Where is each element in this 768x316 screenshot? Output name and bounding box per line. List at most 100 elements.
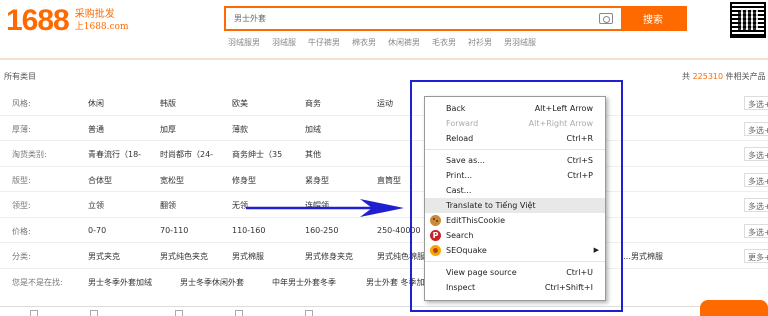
filter-row-thickness: 厚薄: 普通 加厚 薄款 加绒 多选+ (0, 116, 768, 141)
filter-option[interactable]: 其他 (305, 149, 321, 160)
filter-option[interactable]: 薄款 (232, 124, 248, 135)
menu-item-search[interactable]: P Search (425, 228, 605, 243)
filter-label: 淘货类别: (12, 150, 47, 159)
filter-option[interactable]: 70-110 (160, 226, 188, 235)
filter-option[interactable]: …男式棉服 (623, 251, 663, 262)
suggestion-link[interactable]: 男士冬季外套加绒 (88, 277, 152, 288)
suggestion-link[interactable]: 男士冬季休闲外套 (180, 277, 244, 288)
checkbox[interactable] (90, 310, 98, 316)
filter-option[interactable]: 普通 (88, 124, 104, 135)
search-input[interactable] (226, 8, 599, 29)
category-bar: 所有类目 共 225310 件相关产品 (0, 64, 768, 86)
menu-item-shortcut: Alt+Right Arrow (528, 119, 593, 128)
filter-option[interactable]: 加绒 (305, 124, 321, 135)
menu-item-label: Translate to Tiếng Việt (446, 201, 536, 210)
filter-option[interactable]: 男式纯色夹克 (160, 251, 208, 262)
filter-option[interactable]: 青春流行（18- (88, 149, 141, 160)
filter-option[interactable]: 紧身型 (305, 175, 329, 186)
menu-item-view-source[interactable]: View page source Ctrl+U (425, 265, 605, 280)
menu-item-label: Inspect (446, 283, 476, 292)
filter-option[interactable]: 欧美 (232, 98, 248, 109)
logo-tagline: 采购批发 上1688.com (75, 9, 129, 33)
menu-item-inspect[interactable]: Inspect Ctrl+Shift+I (425, 280, 605, 295)
checkbox[interactable] (30, 310, 38, 316)
filter-option[interactable]: 商务 (305, 98, 321, 109)
all-categories-link[interactable]: 所有类目 (4, 71, 36, 82)
hot-word-link[interactable]: 衬衫男 (468, 37, 492, 48)
multi-select-button[interactable]: 多选+ (744, 147, 768, 161)
multi-select-button[interactable]: 多选+ (744, 172, 768, 187)
filter-row-suggestions: 您是不是在找: 男士冬季外套加绒 男士冬季休闲外套 中年男士外套冬季 男士外套 … (0, 269, 768, 295)
filter-row-price: 价格: 0-70 70-110 110-160 160-250 250-4000… (0, 218, 768, 243)
filter-option[interactable]: 商务绅士（35 (232, 149, 282, 160)
menu-item-label: Cast... (446, 186, 472, 195)
menu-item-editthiscookie[interactable]: EditThisCookie (425, 213, 605, 228)
filter-option[interactable]: 宽松型 (160, 175, 184, 186)
menu-item-label: Back (446, 104, 466, 113)
filter-option[interactable]: 立领 (88, 200, 104, 211)
filter-label: 领型: (12, 201, 31, 210)
filter-row-subcategory: 分类: 男式夹克 男式纯色夹克 男式棉服 男式修身夹克 男式纯色棉服 …男式棉服… (0, 243, 768, 269)
filter-option[interactable]: 110-160 (232, 226, 265, 235)
checkbox[interactable] (175, 310, 183, 316)
hot-word-link[interactable]: 休闲裤男 (388, 37, 420, 48)
filter-option[interactable]: 时尚都市（24- (160, 149, 213, 160)
filter-option[interactable]: 无领 (232, 200, 248, 211)
multi-select-button[interactable]: 多选+ (744, 223, 768, 238)
menu-item-label: EditThisCookie (446, 216, 505, 225)
logo-cn-text: 采购批发 (74, 9, 115, 21)
menu-item-label: SEOquake (446, 246, 487, 255)
menu-item-seoquake[interactable]: SEOquake ▶ (425, 243, 605, 258)
filter-option[interactable]: 加厚 (160, 124, 176, 135)
filter-option[interactable]: 合体型 (88, 175, 112, 186)
multi-select-button[interactable]: 多选+ (744, 121, 768, 136)
menu-item-back[interactable]: Back Alt+Left Arrow (425, 101, 605, 116)
hot-word-link[interactable]: 棉衣男 (352, 37, 376, 48)
menu-item-cast[interactable]: Cast... (425, 183, 605, 198)
hot-word-link[interactable]: 毛衣男 (432, 37, 456, 48)
filter-label: 分类: (12, 252, 31, 261)
filter-option[interactable]: 直筒型 (377, 175, 401, 186)
suggestion-link[interactable]: 中年男士外套冬季 (272, 277, 336, 288)
filter-option[interactable]: 运动 (377, 98, 393, 109)
menu-item-save-as[interactable]: Save as... Ctrl+S (425, 153, 605, 168)
checkbox[interactable] (235, 310, 243, 316)
site-header: 1688 采购批发 上1688.com 搜索 羽绒服男 羽绒服 牛仔裤男 棉衣男… (0, 0, 768, 60)
count-prefix: 共 (682, 72, 693, 81)
seoquake-icon (430, 245, 441, 256)
count-suffix: 件相关产品 (723, 72, 766, 81)
filter-option[interactable]: 男式修身夹克 (305, 251, 353, 262)
filter-option[interactable]: 0-70 (88, 226, 106, 235)
checkbox[interactable] (305, 310, 313, 316)
menu-item-translate[interactable]: Translate to Tiếng Việt (425, 198, 605, 213)
site-logo[interactable]: 1688 采购批发 上1688.com (6, 4, 129, 38)
camera-icon[interactable] (599, 13, 613, 24)
filter-option[interactable]: 翻领 (160, 200, 176, 211)
more-button[interactable]: 更多+ (744, 249, 768, 263)
filter-option[interactable]: 休闲 (88, 98, 104, 109)
menu-item-shortcut: Ctrl+S (566, 156, 593, 165)
context-menu: Back Alt+Left Arrow Forward Alt+Right Arro… (424, 96, 606, 301)
filter-label: 版型: (12, 175, 31, 185)
mascot-logo-icon (700, 300, 768, 316)
filter-option[interactable]: 韩版 (160, 98, 176, 109)
multi-select-button[interactable]: 多选+ (744, 198, 768, 212)
search-button[interactable]: 搜索 (621, 8, 685, 29)
menu-item-shortcut: Ctrl+U (566, 268, 593, 277)
pinterest-icon: P (430, 230, 441, 241)
menu-item-print[interactable]: Print... Ctrl+P (425, 168, 605, 183)
menu-separator (425, 261, 605, 262)
hot-word-link[interactable]: 男羽绒服 (504, 37, 536, 48)
hot-word-link[interactable]: 羽绒服男 (228, 37, 260, 48)
hot-word-link[interactable]: 羽绒服 (272, 37, 296, 48)
multi-select-button[interactable]: 多选+ (744, 96, 768, 110)
menu-item-reload[interactable]: Reload Ctrl+R (425, 131, 605, 146)
filter-option[interactable]: 男式棉服 (232, 251, 264, 262)
filter-option[interactable]: 160-250 (305, 226, 338, 235)
filter-option[interactable]: 男式夹克 (88, 251, 120, 262)
filter-option[interactable]: 连帽领 (305, 200, 329, 211)
filter-option[interactable]: 修身型 (232, 175, 256, 186)
hot-word-link[interactable]: 牛仔裤男 (308, 37, 340, 48)
menu-item-shortcut: Ctrl+R (566, 134, 594, 143)
filter-label: 厚薄: (12, 124, 31, 134)
